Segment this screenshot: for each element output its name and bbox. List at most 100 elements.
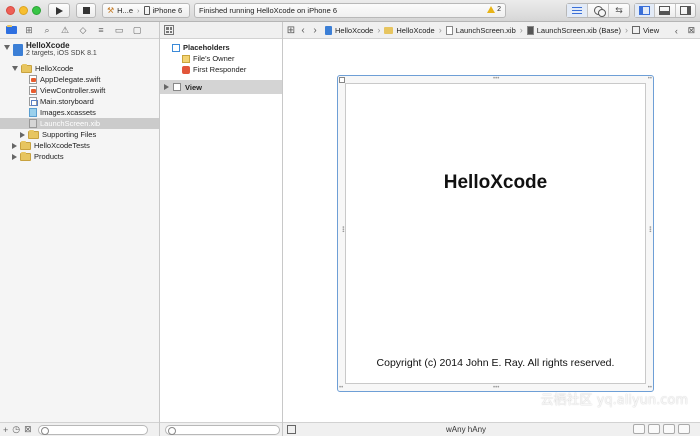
standard-editor-button[interactable]: [567, 4, 588, 17]
resize-handle-bottom-icon[interactable]: •••: [493, 385, 499, 391]
outline-view-row[interactable]: View: [160, 80, 282, 94]
toggle-debug-area-button[interactable]: [655, 4, 676, 17]
tree-item[interactable]: Main.storyboard: [0, 96, 159, 107]
add-icon[interactable]: +: [3, 425, 8, 435]
placeholders-section[interactable]: Placeholders: [160, 39, 282, 52]
height-class-label: hAny: [467, 425, 487, 434]
view-visibility-control: [634, 3, 696, 18]
copyright-label[interactable]: Copyright (c) 2014 John E. Ray. All righ…: [346, 357, 645, 369]
issue-navigate-icon[interactable]: ‹: [675, 26, 678, 36]
disclosure-down-icon[interactable]: [12, 66, 18, 71]
asset-catalog-icon: [29, 108, 37, 117]
document-outline: Placeholders File's Owner First Responde…: [160, 22, 283, 436]
project-row[interactable]: HelloXcode 2 targets, iOS SDK 8.1: [0, 41, 159, 63]
resizing-behavior-button[interactable]: [678, 424, 690, 434]
outline-first-responder[interactable]: First Responder: [160, 63, 282, 74]
search-icon: ⌕: [44, 24, 50, 35]
symbol-navigator-tab[interactable]: ⊞: [22, 24, 36, 36]
assistant-editor-button[interactable]: [588, 4, 609, 17]
breadcrumb-label: LaunchScreen.xib: [455, 25, 516, 35]
back-arrow-icon[interactable]: ‹: [297, 25, 309, 36]
play-icon: [55, 6, 63, 15]
placeholders-label: Placeholders: [183, 43, 230, 52]
grid-menu-icon[interactable]: ⊞: [285, 25, 297, 36]
test-navigator-tab[interactable]: ◇: [76, 24, 90, 36]
tree-item-selected[interactable]: LaunchScreen.xib: [0, 118, 159, 129]
breadcrumb-view[interactable]: View: [631, 26, 659, 35]
scm-filter-icon[interactable]: ⊠: [24, 424, 32, 435]
root-view[interactable]: HelloXcode Copyright (c) 2014 John E. Ra…: [345, 83, 646, 384]
project-navigator-tab[interactable]: [4, 24, 18, 36]
resize-handle-corner-icon[interactable]: ••: [339, 385, 343, 391]
recent-files-icon[interactable]: ◷: [12, 424, 20, 435]
tree-item[interactable]: Supporting Files: [0, 129, 159, 140]
view-icon: [173, 83, 181, 91]
disclosure-right-icon[interactable]: [12, 153, 17, 160]
breadcrumb-file[interactable]: LaunchScreen.xib: [445, 25, 516, 35]
tree-item[interactable]: AppDelegate.swift: [0, 74, 159, 85]
iphone-icon: [143, 6, 150, 15]
zoom-window-button[interactable]: [32, 6, 41, 15]
file-tree: HelloXcode 2 targets, iOS SDK 8.1 HelloX…: [0, 39, 159, 162]
tree-item[interactable]: HelloXcodeTests: [0, 140, 159, 151]
navigator-filter-input[interactable]: [37, 424, 148, 435]
folder-icon: [21, 63, 32, 73]
report-navigator-tab[interactable]: ▢: [130, 24, 144, 36]
close-window-button[interactable]: [6, 6, 15, 15]
disclosure-right-icon[interactable]: [12, 142, 17, 149]
device-name[interactable]: iPhone 6: [153, 6, 183, 15]
breadcrumb-localization[interactable]: LaunchScreen.xib (Base): [526, 25, 621, 35]
assistant-editor-icon: [593, 6, 606, 17]
tree-item[interactable]: Products: [0, 151, 159, 162]
related-items-icon[interactable]: [164, 25, 174, 35]
tree-item-label: AppDelegate.swift: [40, 75, 101, 84]
minimize-window-button[interactable]: [19, 6, 28, 15]
find-navigator-tab[interactable]: ⌕: [40, 24, 54, 36]
tree-item-label: Products: [34, 152, 64, 161]
resolve-issues-button[interactable]: [663, 424, 675, 434]
tree-item[interactable]: Images.xcassets: [0, 107, 159, 118]
toggle-outline-icon[interactable]: [287, 425, 296, 434]
issue-navigator-tab[interactable]: ⚠: [58, 24, 72, 36]
disclosure-down-icon[interactable]: [4, 45, 10, 50]
warning-count: 2: [497, 6, 501, 13]
close-editor-icon[interactable]: ⊠: [688, 25, 696, 36]
disclosure-right-icon[interactable]: [20, 131, 25, 138]
chevron-right-icon: ›: [624, 25, 628, 35]
size-class-control[interactable]: wAny hAny: [446, 425, 486, 434]
resize-handle-right-icon[interactable]: •••: [646, 226, 652, 232]
files-owner-icon: [182, 54, 190, 63]
ib-canvas[interactable]: HelloXcode Copyright (c) 2014 John E. Ra…: [283, 39, 700, 422]
title-label[interactable]: HelloXcode: [346, 172, 645, 194]
resize-handle-top-icon[interactable]: •••: [493, 76, 499, 82]
outline-filter-input[interactable]: [165, 424, 280, 435]
swift-file-icon: [29, 86, 37, 95]
first-responder-label: First Responder: [193, 65, 247, 74]
launch-screen-scene[interactable]: HelloXcode Copyright (c) 2014 John E. Ra…: [337, 75, 654, 392]
run-button[interactable]: [48, 3, 70, 18]
tree-item[interactable]: HelloXcode: [0, 63, 159, 74]
swift-file-icon: [29, 75, 37, 84]
forward-arrow-icon[interactable]: ›: [309, 25, 321, 36]
stop-button[interactable]: [76, 3, 96, 18]
watermark: 云栖社区 yq.aliyun.com: [540, 393, 688, 408]
pin-button[interactable]: [648, 424, 660, 434]
outline-files-owner[interactable]: File's Owner: [160, 52, 282, 63]
chevron-right-icon: ›: [519, 25, 523, 35]
toggle-utilities-button[interactable]: [676, 4, 695, 17]
breadcrumb-group[interactable]: HelloXcode: [384, 26, 435, 35]
tree-item[interactable]: ViewController.swift: [0, 85, 159, 96]
outline-footer: [160, 422, 282, 436]
resize-handle-corner-icon[interactable]: ••: [648, 76, 652, 82]
breadcrumb-project[interactable]: HelloXcode: [325, 25, 373, 35]
speech-bubble-icon: ▢: [132, 24, 142, 35]
disclosure-right-icon[interactable]: [164, 84, 169, 90]
scheme-selector[interactable]: ⚒ H...e › iPhone 6: [102, 3, 190, 18]
breakpoint-navigator-tab[interactable]: ▭: [112, 24, 126, 36]
debug-navigator-tab[interactable]: ≡: [94, 24, 108, 36]
resize-handle-left-icon[interactable]: •••: [339, 226, 345, 232]
warning-indicator[interactable]: 2: [487, 6, 501, 13]
align-button[interactable]: [633, 424, 645, 434]
version-editor-button[interactable]: ⇆: [609, 4, 629, 17]
toggle-navigator-button[interactable]: [635, 4, 656, 17]
